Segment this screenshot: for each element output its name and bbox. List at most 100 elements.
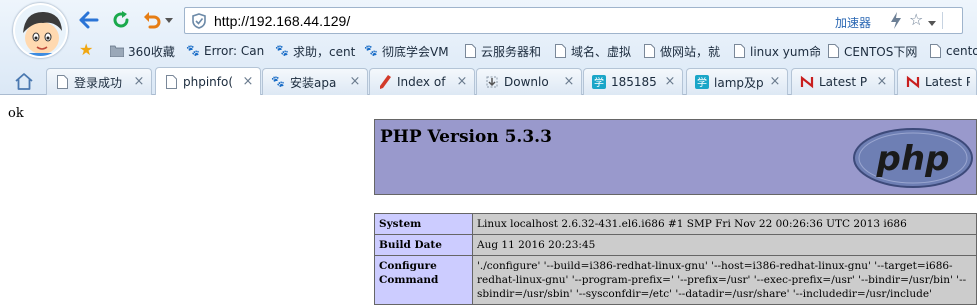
close-icon[interactable]: × xyxy=(769,75,781,89)
tab-label: Index of xyxy=(397,75,446,89)
paw-icon: 🐾 xyxy=(364,44,378,57)
undo-button[interactable] xyxy=(141,9,163,31)
bookmark-item[interactable]: linux yum命 xyxy=(732,42,820,60)
tab-label: 安装apa xyxy=(290,75,337,90)
browser-tab[interactable]: Latest P × xyxy=(791,68,895,95)
chevron-down-icon xyxy=(165,17,173,23)
page-icon xyxy=(826,44,840,58)
bookmark-label: 云服务器和 xyxy=(481,44,542,59)
red-n-icon xyxy=(906,75,920,89)
table-row: Build Date Aug 11 2016 20:23:45 xyxy=(374,234,977,256)
info-key: System xyxy=(374,213,473,235)
xue-icon: 学 xyxy=(695,75,709,89)
paw-icon: 🐾 xyxy=(275,44,289,57)
ok-text: ok xyxy=(8,106,24,121)
svg-text:学: 学 xyxy=(697,76,707,89)
browser-tab[interactable]: Latest P xyxy=(897,68,977,95)
close-icon[interactable]: × xyxy=(456,75,468,89)
page-icon xyxy=(642,44,656,58)
svg-text:学: 学 xyxy=(594,76,604,89)
bookmark-item[interactable]: 🐾 Error: Can xyxy=(186,42,266,60)
browser-tab[interactable]: 登录成功 × xyxy=(46,68,152,95)
bookmark-label: 求助，cent xyxy=(293,44,356,59)
close-icon[interactable]: × xyxy=(876,75,888,89)
home-button[interactable] xyxy=(13,70,35,92)
address-divider xyxy=(942,12,943,29)
page-icon xyxy=(553,44,567,58)
page-icon xyxy=(928,44,942,58)
bookmark-item[interactable]: 🐾 求助，cent xyxy=(275,42,357,60)
page-icon xyxy=(732,44,746,58)
chevron-down-icon[interactable] xyxy=(928,15,936,29)
bookmark-item[interactable]: 🐾 彻底学会VM xyxy=(364,42,456,60)
address-url[interactable]: http://192.168.44.129/ xyxy=(214,13,350,29)
page-content: ok PHP Version 5.3.3 php System Linux lo… xyxy=(0,95,977,308)
bookmark-label: cento xyxy=(946,44,977,58)
paw-icon: 🐾 xyxy=(271,75,285,88)
browser-tab-active[interactable]: phpinfo( × xyxy=(155,67,261,95)
tab-label: lamp及p xyxy=(714,75,764,90)
info-value: './configure' '--build=i386-redhat-linux… xyxy=(472,255,977,305)
browser-tab[interactable]: Downlo × xyxy=(476,68,582,95)
browser-tab[interactable]: 学 lamp及p × xyxy=(686,68,788,95)
folder-icon xyxy=(110,44,124,58)
address-bar[interactable]: http://192.168.44.129/ 加速器 ☆ xyxy=(184,7,963,34)
tab-label: Latest P xyxy=(819,75,868,89)
php-logo[interactable]: php xyxy=(852,127,974,189)
page-icon xyxy=(463,44,477,58)
avatar-face-icon xyxy=(15,5,66,56)
bookmark-item[interactable]: 360收藏 xyxy=(110,42,182,60)
tab-label: 185185 xyxy=(611,75,657,89)
browser-chrome: http://192.168.44.129/ 加速器 ☆ ★ 360收藏 🐾 E… xyxy=(0,0,977,95)
php-version-header: PHP Version 5.3.3 php xyxy=(374,119,977,195)
paw-icon: 🐾 xyxy=(186,44,200,57)
page-icon xyxy=(55,75,69,89)
xue-icon: 学 xyxy=(592,75,606,89)
tab-label: Downlo xyxy=(504,75,549,89)
tab-bar: 登录成功 × phpinfo( × 🐾 安装apa × Index of × D… xyxy=(0,66,977,95)
user-avatar[interactable] xyxy=(13,3,68,58)
bookmark-item[interactable]: 云服务器和 xyxy=(463,42,547,60)
table-row: Configure Command './configure' '--build… xyxy=(374,255,977,305)
close-icon[interactable]: × xyxy=(563,75,575,89)
close-icon[interactable]: × xyxy=(133,75,145,89)
bookmark-item[interactable]: 域名、虚拟 xyxy=(553,42,635,60)
undo-dropdown-button[interactable] xyxy=(163,9,175,31)
bookmark-label: CENTOS下网 xyxy=(844,44,918,59)
favorites-star-icon[interactable]: ★ xyxy=(79,41,93,59)
download-icon xyxy=(485,75,499,89)
info-key: Configure Command xyxy=(374,255,473,305)
bookmark-label: 360收藏 xyxy=(128,44,175,59)
info-value: Linux localhost 2.6.32-431.el6.i686 #1 S… xyxy=(472,213,977,235)
close-icon[interactable]: × xyxy=(664,75,676,89)
bookmark-label: 彻底学会VM xyxy=(382,44,449,59)
back-arrow-icon xyxy=(79,11,99,29)
browser-tab[interactable]: 学 185185 × xyxy=(583,68,683,95)
close-icon[interactable]: × xyxy=(349,75,361,89)
page-icon xyxy=(164,74,178,89)
red-n-icon xyxy=(800,75,814,89)
bookmark-item[interactable]: CENTOS下网 xyxy=(826,42,922,60)
browser-tab[interactable]: Index of × xyxy=(369,68,475,95)
bookmark-item[interactable]: cento xyxy=(928,42,977,60)
php-info-table: System Linux localhost 2.6.32-431.el6.i6… xyxy=(374,213,977,305)
home-icon xyxy=(15,72,33,90)
back-button[interactable] xyxy=(78,9,100,31)
star-icon[interactable]: ☆ xyxy=(909,11,923,29)
close-icon[interactable]: × xyxy=(242,74,254,89)
refresh-button[interactable] xyxy=(110,9,132,31)
bookmark-label: 域名、虚拟 xyxy=(571,44,632,59)
bookmarks-bar: ★ 360收藏 🐾 Error: Can 🐾 求助，cent 🐾 彻底学会VM … xyxy=(76,39,977,63)
info-value: Aug 11 2016 20:23:45 xyxy=(472,234,977,256)
accelerator-label[interactable]: 加速器 xyxy=(835,14,871,31)
browser-tab[interactable]: 🐾 安装apa × xyxy=(262,68,368,95)
bookmark-label: linux yum命 xyxy=(750,44,820,59)
tab-label: 登录成功 xyxy=(74,75,123,90)
bookmark-label: Error: Can xyxy=(204,44,265,58)
tab-label: Latest P xyxy=(925,75,970,89)
php-version-title: PHP Version 5.3.3 xyxy=(380,127,552,147)
lightning-icon[interactable] xyxy=(890,12,902,32)
pen-icon xyxy=(378,75,392,89)
bookmark-item[interactable]: 做网站，就 xyxy=(642,42,726,60)
refresh-icon xyxy=(113,11,129,28)
